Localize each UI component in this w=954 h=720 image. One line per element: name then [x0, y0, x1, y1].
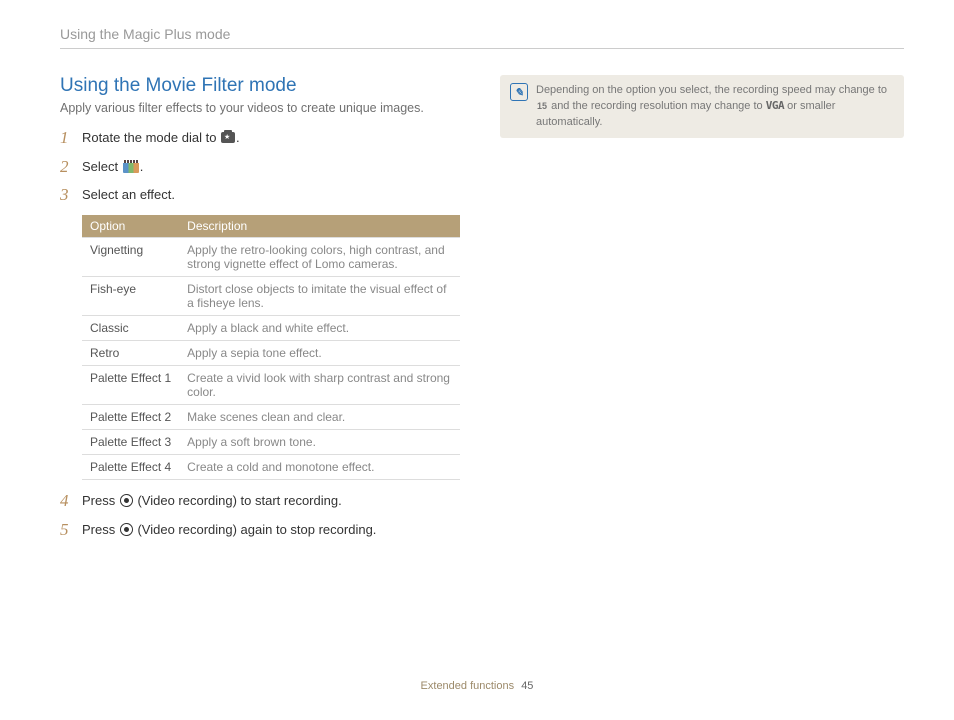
note-icon: ✎	[510, 83, 528, 101]
step-3: 3 Select an effect.	[60, 186, 460, 205]
table-row: Palette Effect 2Make scenes clean and cl…	[82, 405, 460, 430]
step-2: 2 Select .	[60, 158, 460, 177]
step-4: 4 Press (Video recording) to start recor…	[60, 492, 460, 511]
step-text: Rotate the mode dial to .	[82, 129, 460, 147]
content-columns: Using the Movie Filter mode Apply variou…	[60, 75, 904, 549]
effects-table: Option Description VignettingApply the r…	[82, 215, 460, 480]
table-row: RetroApply a sepia tone effect.	[82, 341, 460, 366]
table-row: VignettingApply the retro-looking colors…	[82, 238, 460, 277]
note-callout: ✎ Depending on the option you select, th…	[500, 75, 904, 138]
step-number: 1	[60, 129, 82, 148]
movie-filter-icon	[123, 160, 139, 173]
step-number: 5	[60, 521, 82, 540]
page-title: Using the Movie Filter mode	[60, 75, 460, 97]
step-text: Press (Video recording) to start recordi…	[82, 492, 460, 510]
step-text: Select an effect.	[82, 186, 460, 204]
th-description: Description	[179, 215, 460, 238]
table-row: Palette Effect 4Create a cold and monoto…	[82, 455, 460, 480]
manual-page: Using the Magic Plus mode Using the Movi…	[0, 0, 954, 549]
record-button-icon	[120, 523, 133, 536]
step-list-cont: 4 Press (Video recording) to start recor…	[60, 492, 460, 539]
step-1: 1 Rotate the mode dial to .	[60, 129, 460, 148]
page-footer: Extended functions 45	[0, 680, 954, 692]
table-row: Fish-eyeDistort close objects to imitate…	[82, 277, 460, 316]
footer-label: Extended functions	[421, 680, 515, 692]
step-number: 3	[60, 186, 82, 205]
left-column: Using the Movie Filter mode Apply variou…	[60, 75, 460, 549]
table-row: Palette Effect 1Create a vivid look with…	[82, 366, 460, 405]
page-subtitle: Apply various filter effects to your vid…	[60, 101, 460, 115]
step-number: 4	[60, 492, 82, 511]
step-list: 1 Rotate the mode dial to . 2 Select . 3…	[60, 129, 460, 205]
step-5: 5 Press (Video recording) again to stop …	[60, 521, 460, 540]
th-option: Option	[82, 215, 179, 238]
note-text: Depending on the option you select, the …	[536, 83, 894, 130]
fps-icon: 15	[536, 100, 548, 113]
step-text: Press (Video recording) again to stop re…	[82, 521, 460, 539]
vga-icon: VGA	[766, 99, 784, 112]
table-row: ClassicApply a black and white effect.	[82, 316, 460, 341]
mode-dial-icon	[221, 132, 235, 143]
step-text: Select .	[82, 158, 460, 176]
table-row: Palette Effect 3Apply a soft brown tone.	[82, 430, 460, 455]
step-number: 2	[60, 158, 82, 177]
section-header: Using the Magic Plus mode	[60, 26, 904, 49]
page-number: 45	[521, 680, 533, 692]
right-column: ✎ Depending on the option you select, th…	[500, 75, 904, 549]
record-button-icon	[120, 494, 133, 507]
